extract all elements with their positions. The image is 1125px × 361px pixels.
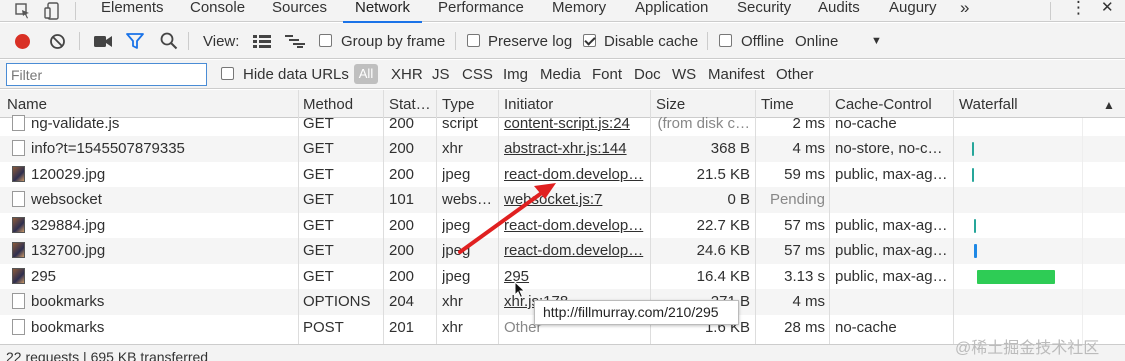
watermark: @稀土掘金技术社区 bbox=[955, 340, 1100, 357]
request-summary: 22 requests | 695 KB transferred bbox=[6, 349, 209, 361]
mouse-cursor-icon bbox=[514, 281, 526, 299]
initiator-tooltip: http://fillmurray.com/210/295 bbox=[534, 300, 739, 325]
